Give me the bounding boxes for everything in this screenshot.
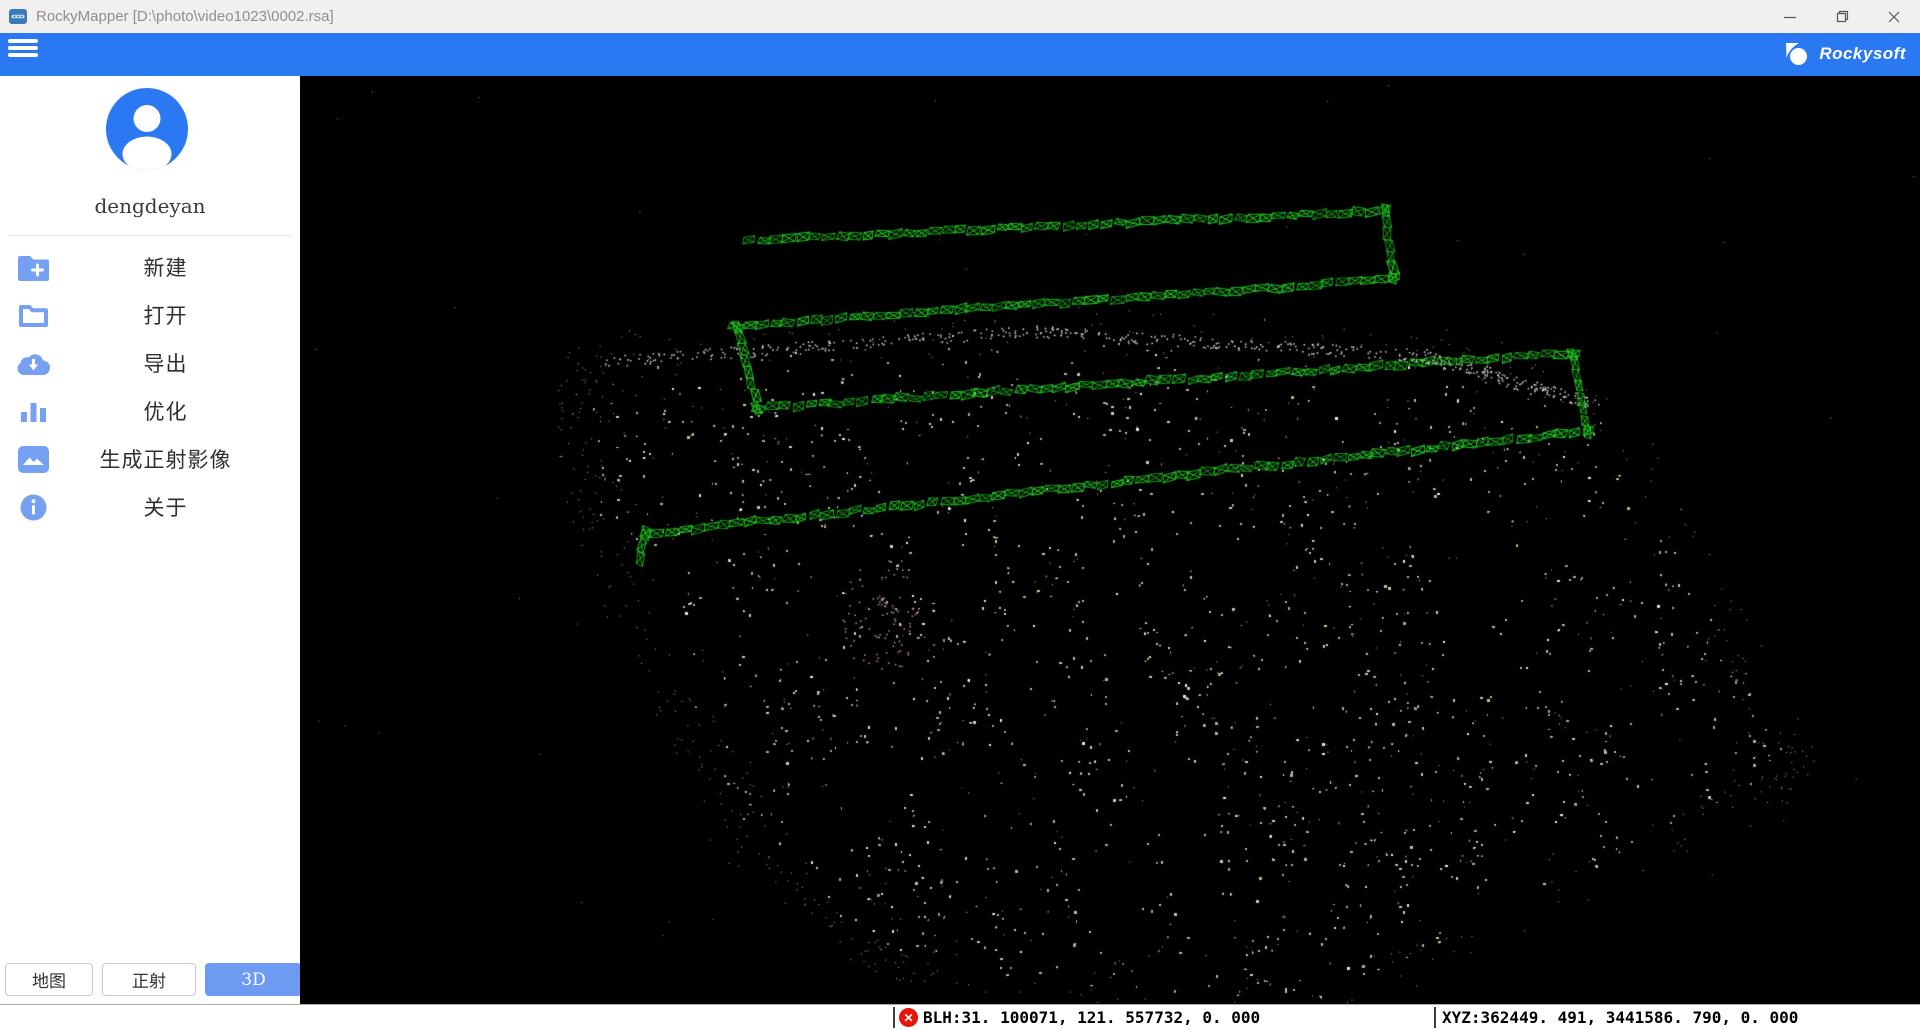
titlebar: RockyMapper [D:\photo\video1023\0002.rsa… (0, 0, 1920, 33)
viewport-3d (300, 76, 1920, 1004)
tab-map[interactable]: 地图 (5, 963, 93, 996)
brand: Rockysoft (1784, 41, 1906, 67)
hamburger-bar (8, 46, 38, 50)
statusbar-divider (893, 1007, 895, 1028)
image-icon (15, 446, 51, 473)
app-window: RockyMapper [D:\photo\video1023\0002.rsa… (0, 0, 1920, 1030)
close-button[interactable] (1868, 0, 1920, 33)
sidebar-divider (8, 235, 292, 236)
sidebar-item-4[interactable]: 优化 (0, 387, 300, 435)
point-cloud-canvas[interactable] (300, 76, 1920, 1004)
statusbar: ✕ BLH:31. 100071, 121. 557732, 0. 000 XY… (0, 1004, 1920, 1030)
sidebar-nav: 新建打开导出优化生成正射影像关于 (0, 243, 300, 531)
tab-3d[interactable]: 3D (205, 963, 302, 996)
view-tabs: 地图正射 3D (5, 963, 302, 996)
statusbar-divider (1434, 1007, 1436, 1028)
blh-coordinates: BLH:31. 100071, 121. 557732, 0. 000 (923, 1008, 1260, 1027)
sidebar-item-1[interactable]: 新建 (0, 243, 300, 291)
xyz-coordinates: XYZ:362449. 491, 3441586. 790, 0. 000 (1442, 1008, 1798, 1027)
sidebar-item-label: 新建 (51, 252, 280, 282)
sidebar-item-label: 导出 (51, 348, 280, 378)
folder-open-icon (15, 303, 51, 328)
sidebar-item-label: 关于 (51, 492, 280, 522)
sidebar-item-6[interactable]: 关于 (0, 483, 300, 531)
folder-plus-icon (15, 254, 51, 281)
hamburger-bar (8, 53, 38, 57)
sidebar-item-label: 生成正射影像 (51, 444, 280, 474)
error-status-icon: ✕ (899, 1008, 918, 1027)
window-title: RockyMapper [D:\photo\video1023\0002.rsa… (36, 8, 334, 25)
minimize-button[interactable] (1764, 0, 1816, 33)
hamburger-menu-button[interactable] (8, 39, 38, 60)
sidebar-item-label: 打开 (51, 300, 280, 330)
sidebar-item-3[interactable]: 导出 (0, 339, 300, 387)
sidebar: dengdeyan 新建打开导出优化生成正射影像关于 地图正射 3D (0, 76, 300, 1004)
sidebar-item-label: 优化 (51, 396, 280, 426)
info-icon (15, 494, 51, 521)
tab-ortho[interactable]: 正射 (102, 963, 196, 996)
sidebar-item-5[interactable]: 生成正射影像 (0, 435, 300, 483)
app-icon (9, 9, 27, 24)
brand-name: Rockysoft (1819, 44, 1906, 64)
restore-button[interactable] (1816, 0, 1868, 33)
cloud-download-icon (15, 351, 51, 375)
username: dengdeyan (0, 194, 300, 218)
user-avatar[interactable] (106, 88, 188, 170)
window-controls (1764, 0, 1920, 33)
header-bar: Rockysoft (0, 33, 1920, 76)
hamburger-bar (8, 39, 38, 43)
sidebar-item-2[interactable]: 打开 (0, 291, 300, 339)
bar-chart-icon (15, 399, 51, 424)
rockysoft-logo-icon (1784, 41, 1810, 67)
